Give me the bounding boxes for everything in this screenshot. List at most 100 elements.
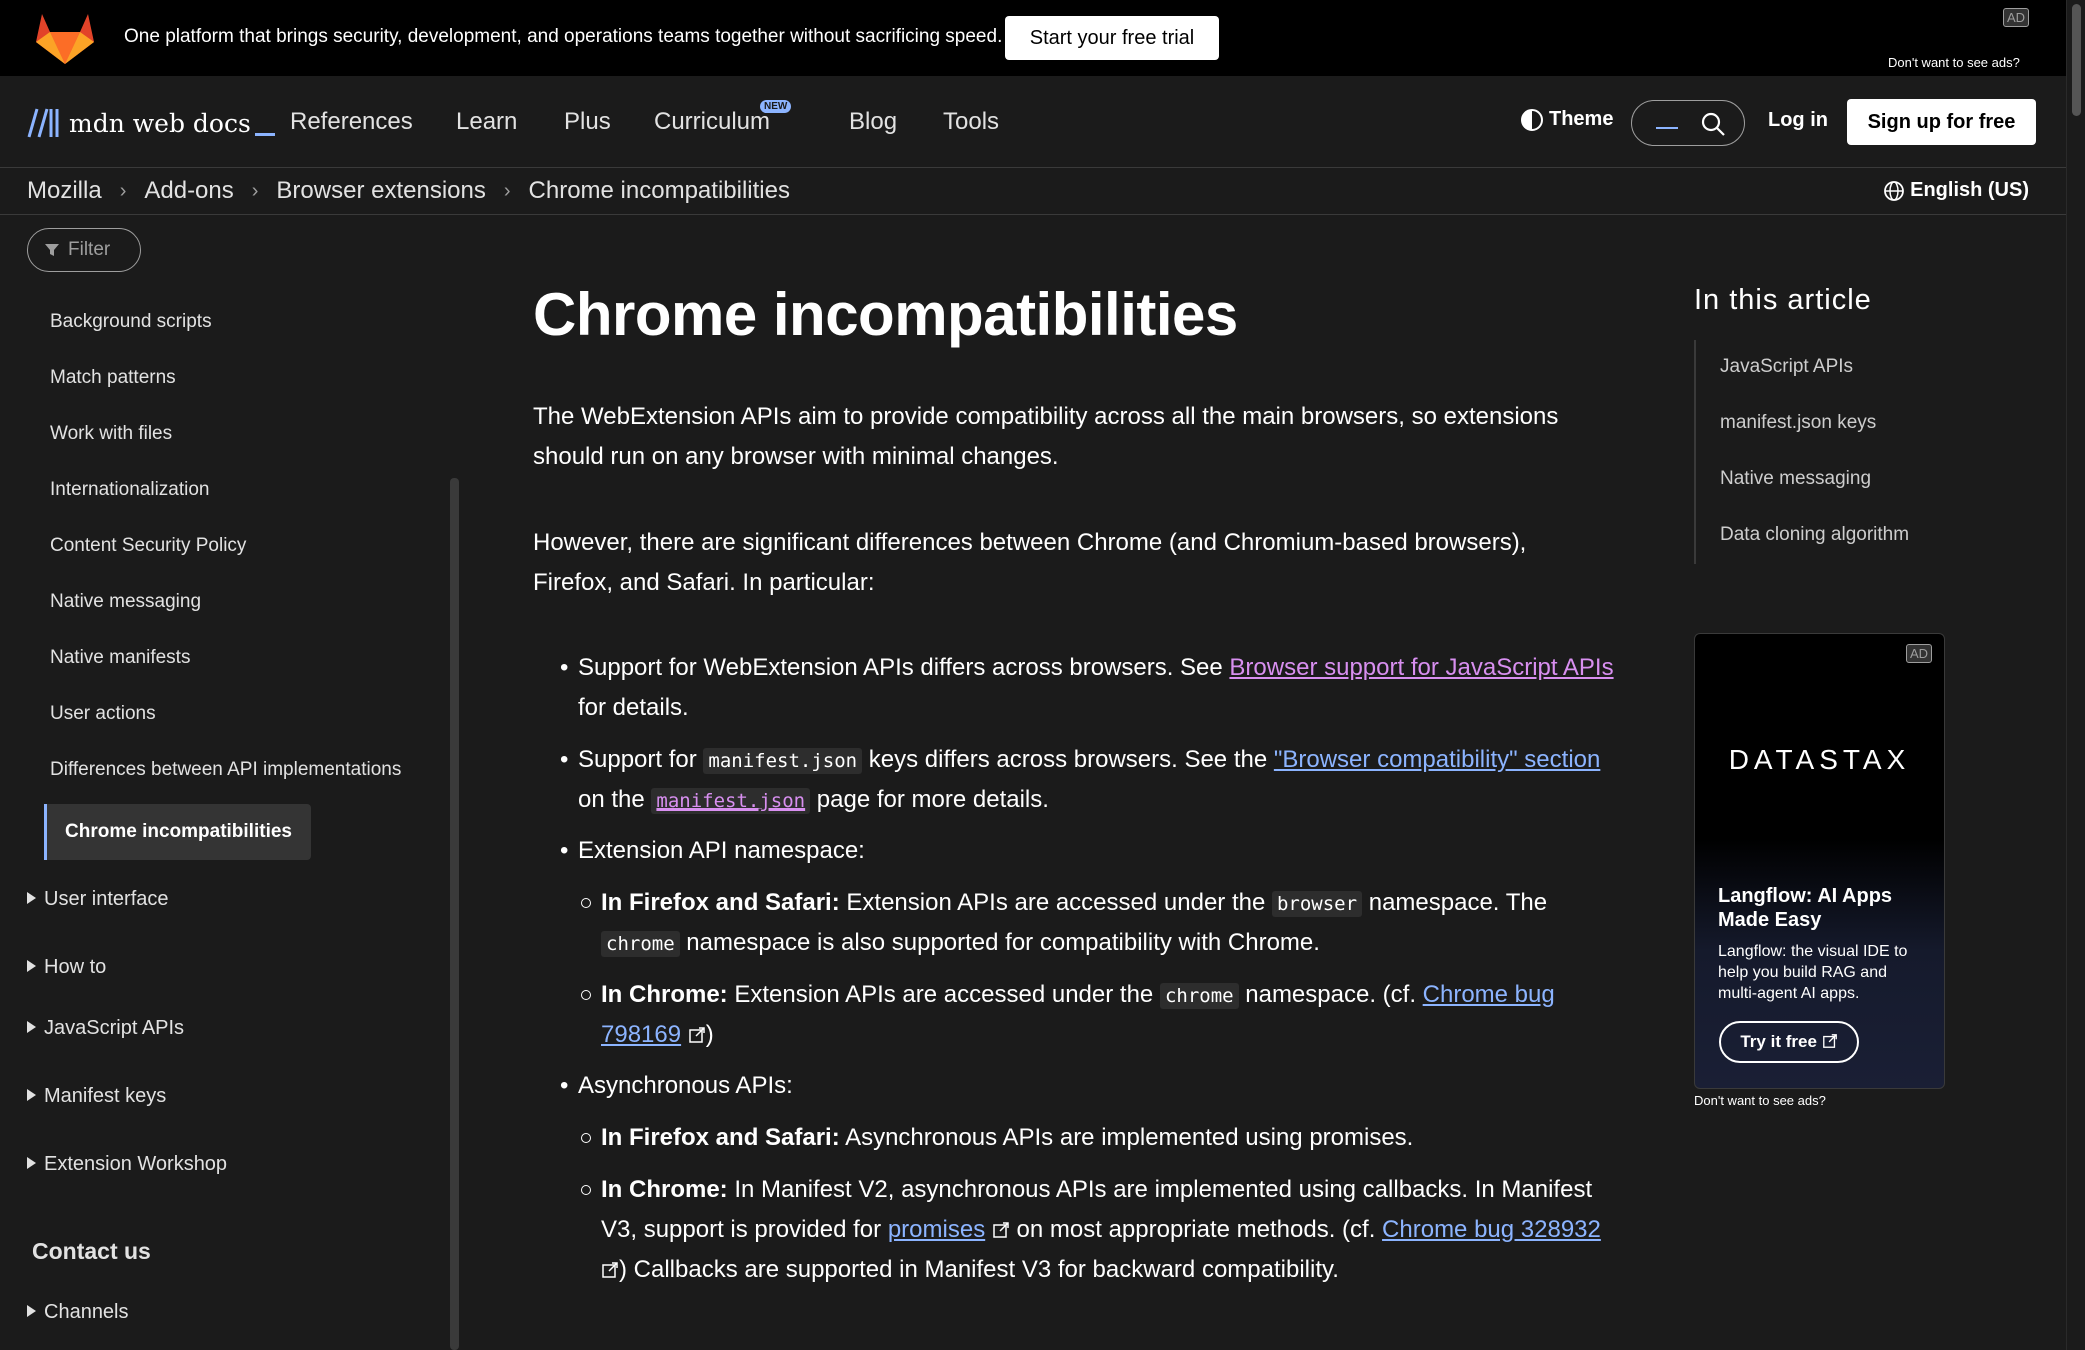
bold-label: In Chrome:: [601, 1176, 728, 1203]
sidebar-group-how-to[interactable]: How to: [27, 956, 106, 979]
toc-item-manifest-keys[interactable]: manifest.json keys: [1720, 412, 1876, 434]
list-text: V3, support is provided for: [601, 1216, 888, 1243]
inline-code: chrome: [1159, 983, 1239, 1009]
list-item: • Support for WebExtension APIs differs …: [560, 648, 1614, 688]
sidebar-group-javascript-apis[interactable]: JavaScript APIs: [27, 1017, 184, 1040]
logo-underscore: [254, 132, 275, 136]
globe-icon: [1884, 180, 1905, 201]
language-selector[interactable]: English (US): [1883, 179, 2029, 202]
circle-bullet: [581, 990, 591, 1000]
toc-item-data-cloning[interactable]: Data cloning algorithm: [1720, 524, 1909, 546]
triangle-right-icon: [27, 1089, 36, 1101]
sidebar-group-label: JavaScript APIs: [44, 1017, 185, 1039]
browser-support-link[interactable]: Browser support for JavaScript APIs: [1229, 654, 1613, 681]
list-item: • Extension API namespace:: [560, 831, 865, 871]
no-ads-link[interactable]: Don't want to see ads?: [1694, 1093, 1826, 1108]
external-link-icon: [1822, 1034, 1837, 1048]
sidebar-group-channels[interactable]: Channels: [27, 1301, 129, 1324]
list-text: page for more details.: [810, 786, 1049, 813]
chrome-bug-798169-link[interactable]: 798169: [601, 1021, 681, 1048]
sidebar-item-api-differences[interactable]: Differences between API implementations: [50, 759, 401, 781]
sub-list-item: In Chrome: Extension APIs are accessed u…: [581, 975, 1626, 1016]
ad-badge: AD: [1905, 644, 1932, 663]
nav-tools[interactable]: Tools: [943, 108, 999, 136]
sidebar-group-label: Extension Workshop: [44, 1153, 228, 1175]
external-link-icon: [602, 1262, 618, 1278]
breadcrumb-browser-extensions[interactable]: Browser extensions: [276, 177, 485, 205]
try-label: Try it free: [1740, 1032, 1817, 1051]
list-text: In Manifest V2, asynchronous APIs are im…: [727, 1176, 1593, 1203]
toc-item-native-messaging[interactable]: Native messaging: [1720, 468, 1871, 490]
chrome-bug-328932-link[interactable]: Chrome bug 328932: [1382, 1216, 1601, 1243]
list-text: Asynchronous APIs:: [578, 1072, 793, 1099]
page-scrollbar[interactable]: [2066, 0, 2085, 1350]
login-link[interactable]: Log in: [1768, 109, 1828, 132]
list-text: ): [705, 1021, 714, 1048]
ad-message: One platform that brings security, devel…: [124, 26, 1003, 47]
breadcrumb-current[interactable]: Chrome incompatibilities: [529, 177, 790, 205]
sidebar-item-background-scripts[interactable]: Background scripts: [50, 311, 212, 333]
signup-button[interactable]: Sign up for free: [1847, 99, 2036, 145]
sidebar-item-csp[interactable]: Content Security Policy: [50, 535, 246, 557]
top-ad-banner: One platform that brings security, devel…: [0, 0, 2066, 76]
sidebar-group-label: Manifest keys: [44, 1085, 167, 1107]
sidebar-group-user-interface[interactable]: User interface: [27, 888, 169, 911]
sidebar-item-chrome-incompatibilities[interactable]: Chrome incompatibilities: [44, 804, 311, 860]
ad-brand-logo: DATASTAX: [1728, 744, 1911, 775]
bullet: •: [560, 654, 569, 681]
sidebar-item-user-actions[interactable]: User actions: [50, 703, 156, 725]
nav-plus[interactable]: Plus: [564, 108, 611, 136]
mdn-logo[interactable]: mdn web docs: [27, 106, 275, 140]
chrome-bug-link[interactable]: Chrome bug: [1423, 981, 1555, 1008]
list-text: Support for: [578, 746, 704, 773]
toc-item-javascript-apis[interactable]: JavaScript APIs: [1720, 356, 1853, 378]
list-text: for details.: [578, 694, 689, 721]
gitlab-logo-icon[interactable]: [36, 12, 94, 64]
bold-label: In Firefox and Safari:: [601, 1124, 840, 1151]
bullet: •: [560, 837, 569, 864]
scrollbar-thumb[interactable]: [2072, 4, 2081, 116]
sidebar-item-work-with-files[interactable]: Work with files: [50, 423, 172, 445]
ad-description: Langflow: the visual IDE to help you bui…: [1718, 943, 1908, 1002]
promises-link[interactable]: promises: [888, 1216, 985, 1243]
try-it-free-button[interactable]: Try it free: [1719, 1021, 1859, 1063]
breadcrumb-mozilla[interactable]: Mozilla: [27, 177, 102, 205]
list-text: on the: [578, 786, 652, 813]
no-ads-link[interactable]: Don't want to see ads?: [1888, 55, 2020, 70]
sidebar-group-manifest-keys[interactable]: Manifest keys: [27, 1085, 166, 1108]
sidebar-item-internationalization[interactable]: Internationalization: [50, 479, 210, 501]
nav-learn[interactable]: Learn: [456, 108, 517, 136]
free-trial-button[interactable]: Start your free trial: [1005, 16, 1219, 60]
nav-references[interactable]: References: [290, 108, 413, 136]
chevron-right-icon: ›: [503, 179, 511, 202]
site-header: mdn web docs References Learn Plus Curri…: [0, 76, 2066, 168]
breadcrumb-addons[interactable]: Add-ons: [144, 177, 233, 205]
theme-icon: [1521, 108, 1543, 131]
sidebar-item-match-patterns[interactable]: Match patterns: [50, 367, 176, 389]
sidebar-filter-input[interactable]: Filter: [27, 228, 141, 272]
external-link-icon: [689, 1027, 705, 1043]
nav-blog[interactable]: Blog: [849, 108, 897, 136]
bullet: •: [560, 746, 569, 773]
list-text: namespace is also supported for compatib…: [679, 929, 1320, 956]
list-item: • Support for manifest.json keys differs…: [560, 740, 1600, 781]
bold-label: In Chrome:: [601, 981, 728, 1008]
browser-compat-link[interactable]: "Browser compatibility" section: [1274, 746, 1600, 773]
sidebar-scrollbar[interactable]: [450, 478, 459, 1350]
manifest-json-link[interactable]: manifest.json: [651, 786, 811, 814]
article-body: Chrome incompatibilities: [533, 280, 1633, 349]
sidebar-item-native-messaging[interactable]: Native messaging: [50, 591, 201, 613]
nav-curriculum[interactable]: Curriculum NEW: [654, 100, 792, 136]
sidebar-item-native-manifests[interactable]: Native manifests: [50, 647, 190, 669]
sidebar-ad[interactable]: AD DATASTAX Langflow: AI Apps Made Easy …: [1694, 633, 1945, 1089]
list-text: Extension APIs are accessed under the: [839, 889, 1272, 916]
list-item: • Asynchronous APIs:: [560, 1066, 793, 1106]
ad-title: Langflow: AI Apps Made Easy: [1718, 885, 1893, 931]
list-text: namespace. The: [1362, 889, 1548, 916]
sidebar-group-extension-workshop[interactable]: Extension Workshop: [27, 1153, 227, 1176]
list-text: Support for WebExtension APIs differs ac…: [578, 654, 1230, 681]
theme-toggle[interactable]: Theme: [1521, 108, 1613, 131]
chevron-right-icon: ›: [251, 179, 259, 202]
page-title: Chrome incompatibilities: [533, 281, 1238, 348]
search-button[interactable]: [1631, 100, 1745, 146]
